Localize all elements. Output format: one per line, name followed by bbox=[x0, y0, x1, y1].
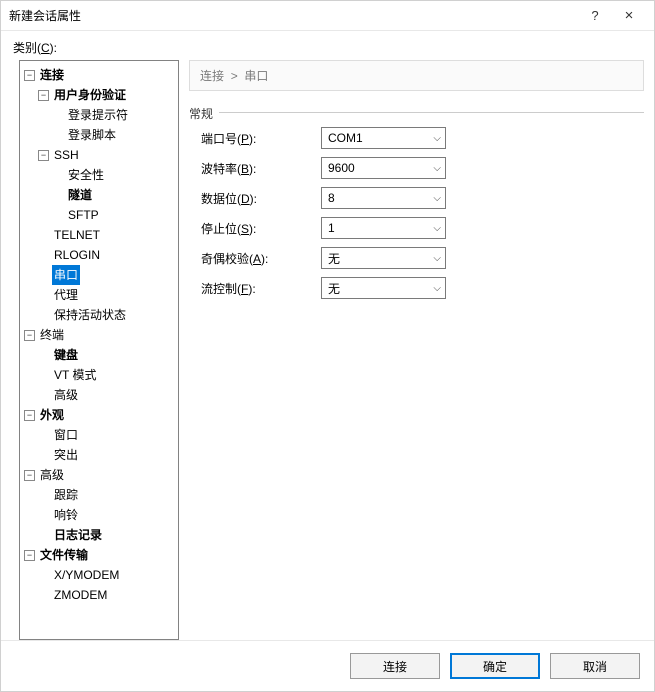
tree-keyboard[interactable]: 键盘 bbox=[52, 345, 80, 365]
chevron-down-icon: ⌵ bbox=[433, 163, 441, 174]
tree-security[interactable]: 安全性 bbox=[66, 165, 106, 185]
toggle-auth[interactable]: − bbox=[38, 90, 49, 101]
flow-select[interactable]: 无 ⌵ bbox=[321, 277, 446, 299]
general-legend: 常规 bbox=[189, 105, 219, 122]
parity-select[interactable]: 无 ⌵ bbox=[321, 247, 446, 269]
ok-button[interactable]: 确定 bbox=[450, 653, 540, 679]
tree-log[interactable]: 日志记录 bbox=[52, 525, 104, 545]
breadcrumb-part-a: 连接 bbox=[200, 69, 224, 83]
tree-serial[interactable]: 串口 bbox=[52, 265, 80, 285]
chevron-down-icon: ⌵ bbox=[433, 193, 441, 204]
tree-window[interactable]: 窗口 bbox=[52, 425, 80, 445]
port-select[interactable]: COM1 ⌵ bbox=[321, 127, 446, 149]
tree-keepalive[interactable]: 保持活动状态 bbox=[52, 305, 128, 325]
tree-xymodem[interactable]: X/YMODEM bbox=[52, 565, 121, 585]
dialog-footer: 连接 确定 取消 bbox=[1, 640, 654, 691]
stop-select[interactable]: 1 ⌵ bbox=[321, 217, 446, 239]
breadcrumb-sep: > bbox=[231, 69, 238, 83]
baud-value: 9600 bbox=[328, 161, 355, 175]
baud-label: 波特率(B): bbox=[201, 160, 321, 177]
tree-connection[interactable]: 连接 bbox=[38, 65, 66, 85]
tree-bell[interactable]: 响铃 bbox=[52, 505, 80, 525]
toggle-appearance[interactable]: − bbox=[24, 410, 35, 421]
close-button[interactable]: × bbox=[612, 7, 646, 24]
general-group: 常规 端口号(P): COM1 ⌵ 波特率(B): 9600 ⌵ bbox=[189, 105, 644, 325]
parity-value: 无 bbox=[328, 250, 340, 267]
toggle-filetransfer[interactable]: − bbox=[24, 550, 35, 561]
tree-tunnel[interactable]: 隧道 bbox=[66, 185, 94, 205]
tree-terminal[interactable]: 终端 bbox=[38, 325, 66, 345]
tree-login-prompt[interactable]: 登录提示符 bbox=[66, 105, 130, 125]
flow-value: 无 bbox=[328, 280, 340, 297]
toggle-terminal[interactable]: − bbox=[24, 330, 35, 341]
data-label: 数据位(D): bbox=[201, 190, 321, 207]
data-value: 8 bbox=[328, 191, 335, 205]
port-value: COM1 bbox=[328, 131, 363, 145]
breadcrumb: 连接 > 串口 bbox=[189, 60, 644, 91]
parity-label: 奇偶校验(A): bbox=[201, 250, 321, 267]
cancel-button[interactable]: 取消 bbox=[550, 653, 640, 679]
tree-auth[interactable]: 用户身份验证 bbox=[52, 85, 128, 105]
tree-login-script[interactable]: 登录脚本 bbox=[66, 125, 118, 145]
stop-value: 1 bbox=[328, 221, 335, 235]
category-label: 类别(C): bbox=[1, 31, 654, 60]
breadcrumb-part-b: 串口 bbox=[244, 69, 268, 83]
tree-telnet[interactable]: TELNET bbox=[52, 225, 102, 245]
tree-ssh[interactable]: SSH bbox=[52, 145, 81, 165]
toggle-connection[interactable]: − bbox=[24, 70, 35, 81]
tree-appearance[interactable]: 外观 bbox=[38, 405, 66, 425]
port-label: 端口号(P): bbox=[201, 130, 321, 147]
chevron-down-icon: ⌵ bbox=[433, 223, 441, 234]
tree-sftp[interactable]: SFTP bbox=[66, 205, 101, 225]
help-button[interactable]: ? bbox=[578, 8, 612, 23]
chevron-down-icon: ⌵ bbox=[433, 253, 441, 264]
tree-rlogin[interactable]: RLOGIN bbox=[52, 245, 102, 265]
titlebar: 新建会话属性 ? × bbox=[1, 1, 654, 31]
data-select[interactable]: 8 ⌵ bbox=[321, 187, 446, 209]
tree-trace[interactable]: 跟踪 bbox=[52, 485, 80, 505]
tree-vt[interactable]: VT 模式 bbox=[52, 365, 98, 385]
tree-proxy[interactable]: 代理 bbox=[52, 285, 80, 305]
tree-term-adv[interactable]: 高级 bbox=[52, 385, 80, 405]
tree-advanced[interactable]: 高级 bbox=[38, 465, 66, 485]
toggle-ssh[interactable]: − bbox=[38, 150, 49, 161]
tree-zmodem[interactable]: ZMODEM bbox=[52, 585, 109, 605]
content-panel: 连接 > 串口 常规 端口号(P): COM1 ⌵ 波特率(B): bbox=[189, 60, 644, 640]
baud-select[interactable]: 9600 ⌵ bbox=[321, 157, 446, 179]
tree-highlight[interactable]: 突出 bbox=[52, 445, 80, 465]
chevron-down-icon: ⌵ bbox=[433, 133, 441, 144]
tree-filetransfer[interactable]: 文件传输 bbox=[38, 545, 90, 565]
chevron-down-icon: ⌵ bbox=[433, 283, 441, 294]
toggle-advanced[interactable]: − bbox=[24, 470, 35, 481]
window-title: 新建会话属性 bbox=[9, 7, 578, 24]
category-tree[interactable]: − 连接 − 用户身份验证 登录提示符 登录脚本 bbox=[19, 60, 179, 640]
flow-label: 流控制(F): bbox=[201, 280, 321, 297]
stop-label: 停止位(S): bbox=[201, 220, 321, 237]
connect-button[interactable]: 连接 bbox=[350, 653, 440, 679]
